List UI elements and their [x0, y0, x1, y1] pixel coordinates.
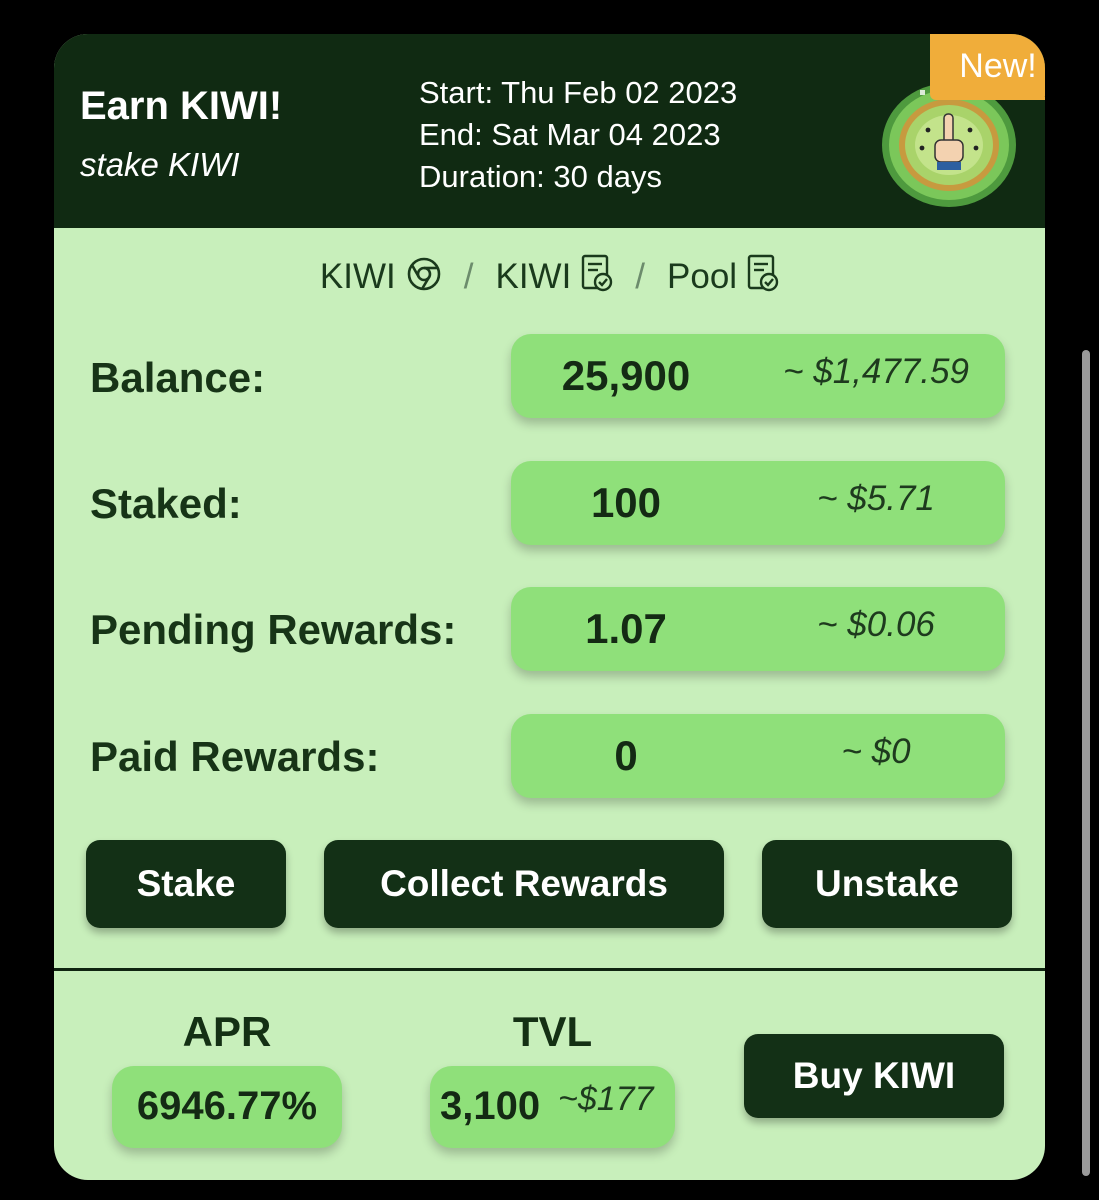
end-date: End: Sat Mar 04 2023: [419, 117, 721, 152]
card-subtitle: stake KIWI: [80, 146, 240, 183]
paid-rewards-usd: ~ $0: [841, 732, 911, 771]
unstake-button[interactable]: Unstake: [762, 840, 1012, 928]
scrollbar[interactable]: [1082, 350, 1090, 1176]
duration: Duration: 30 days: [419, 159, 662, 194]
apr-value: 6946.77%: [136, 1084, 318, 1128]
stake-button[interactable]: Stake: [86, 840, 286, 928]
pending-rewards-label: Pending Rewards:: [90, 606, 457, 653]
breadcrumb: KIWI / KIWI / Pool: [54, 254, 1045, 297]
tvl-label: TVL: [512, 1008, 593, 1055]
contract-verified-icon: [747, 254, 779, 292]
buy-kiwi-button[interactable]: Buy KIWI: [744, 1034, 1004, 1118]
balance-label: Balance:: [90, 354, 266, 401]
tvl-value: 3,100: [440, 1084, 541, 1128]
staked-value-box: 100 ~ $5.71: [511, 461, 1005, 545]
paid-rewards-value-box: 0 ~ $0: [511, 714, 1005, 798]
card-header: Earn KIWI! stake KIWI Start: Thu Feb 02 …: [54, 34, 1045, 228]
breadcrumb-token[interactable]: KIWI: [320, 257, 442, 296]
pending-rewards-amount: 1.07: [585, 605, 667, 652]
card-title: Earn KIWI!: [80, 84, 283, 128]
start-date: Start: Thu Feb 02 2023: [419, 75, 738, 110]
staked-label: Staked:: [90, 480, 242, 527]
tvl-usd: ~$177: [558, 1080, 654, 1118]
paid-rewards-label: Paid Rewards:: [90, 733, 380, 780]
paid-rewards-amount: 0: [614, 732, 638, 779]
staked-usd: ~ $5.71: [817, 479, 935, 518]
balance-value-box: 25,900 ~ $1,477.59: [511, 334, 1005, 418]
breadcrumb-contract[interactable]: KIWI: [495, 254, 613, 296]
apr-value-box: 6946.77%: [112, 1066, 342, 1148]
divider: [54, 968, 1045, 971]
staked-amount: 100: [590, 479, 662, 526]
balance-usd: ~ $1,477.59: [783, 352, 969, 391]
collect-rewards-button[interactable]: Collect Rewards: [324, 840, 724, 928]
breadcrumb-contract-label: KIWI: [495, 257, 572, 296]
breadcrumb-pool[interactable]: Pool: [667, 254, 779, 296]
new-badge-fold: [1044, 96, 1045, 110]
new-badge: New!: [930, 34, 1045, 100]
breadcrumb-separator: /: [463, 257, 474, 296]
chrome-icon: [407, 257, 441, 291]
staking-card: Earn KIWI! stake KIWI Start: Thu Feb 02 …: [54, 34, 1045, 1180]
contract-verified-icon: [582, 254, 613, 292]
tvl-value-box: 3,100 ~$177: [430, 1066, 675, 1148]
breadcrumb-pool-label: Pool: [667, 257, 738, 296]
balance-amount: 25,900: [561, 352, 691, 399]
breadcrumb-separator: /: [635, 257, 646, 296]
apr-label: APR: [182, 1008, 272, 1055]
pending-rewards-value-box: 1.07 ~ $0.06: [511, 587, 1005, 671]
pending-rewards-usd: ~ $0.06: [817, 605, 935, 644]
breadcrumb-token-label: KIWI: [319, 257, 396, 296]
date-info: Start: Thu Feb 02 2023 End: Sat Mar 04 2…: [419, 72, 737, 198]
